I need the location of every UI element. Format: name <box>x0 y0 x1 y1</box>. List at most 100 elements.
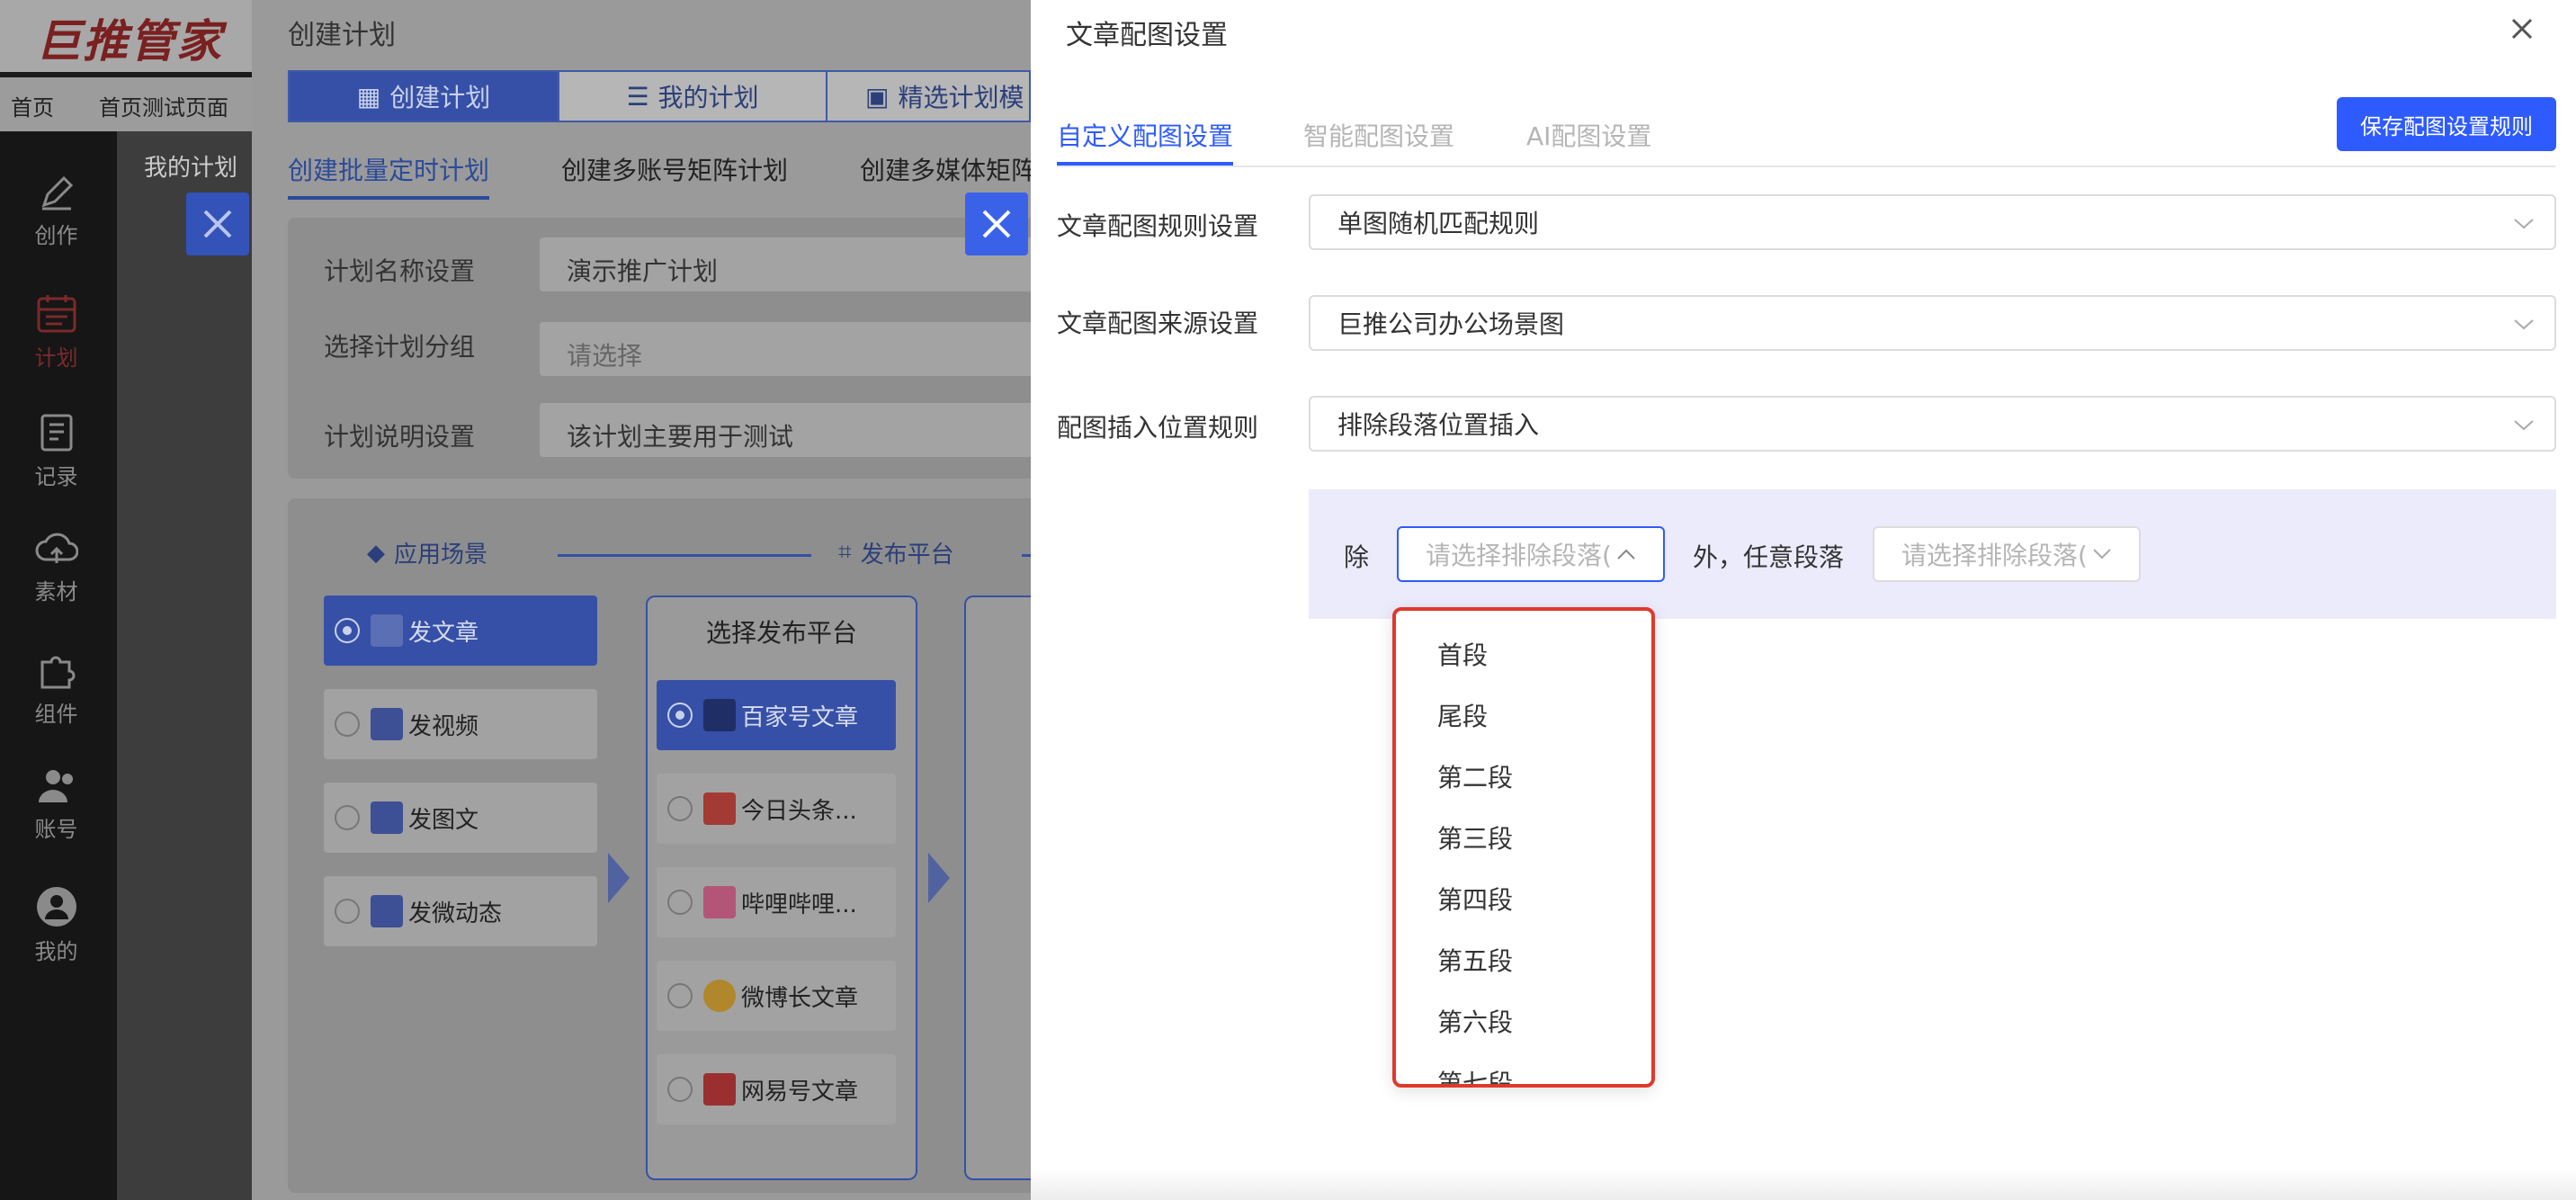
bilibili-icon <box>703 886 736 918</box>
subtab-batch-timed[interactable]: 创建批量定时计划 <box>288 151 490 200</box>
users-icon <box>38 770 73 802</box>
dropdown-option[interactable]: 首段 <box>1437 636 1488 672</box>
scene-article[interactable]: 发文章 <box>324 596 597 666</box>
pen-icon <box>41 175 73 210</box>
sidebar-item-materials[interactable]: 素材 <box>0 529 112 605</box>
image-rule-label: 文章配图规则设置 <box>1057 211 1259 241</box>
tab-ai-image[interactable]: AI配图设置 <box>1526 117 1651 153</box>
radio-icon <box>667 796 693 821</box>
arrow-right-icon <box>928 853 950 903</box>
any-paragraph-select[interactable]: 请选择排除段落( <box>1873 526 2141 582</box>
clipboard-icon <box>40 414 72 452</box>
app-logo: 巨推管家 <box>36 15 223 67</box>
dropdown-option[interactable]: 尾段 <box>1437 697 1488 733</box>
tab-divider <box>1057 166 2555 167</box>
my-plans-panel: 我的计划 <box>117 131 252 1200</box>
cloud-upload-icon <box>35 533 78 563</box>
subtab-multimedia[interactable]: 创建多媒体矩阵 <box>860 151 1036 187</box>
plan-form: 计划名称设置 演示推广计划 选择计划分组 请选择 计划说明设置 该计划主要用于测… <box>288 218 1079 479</box>
arrow-right-icon <box>608 853 630 903</box>
plan-desc-input[interactable]: 该计划主要用于测试 <box>540 403 1079 457</box>
save-rules-button[interactable]: 保存配图设置规则 <box>2337 97 2556 151</box>
dropdown-option[interactable]: 第四段 <box>1437 881 1513 917</box>
my-plans-label[interactable]: 我的计划 <box>144 149 237 183</box>
nav-tab-bar: 首页 首页测试页面 <box>0 77 261 131</box>
image-source-select[interactable]: 巨推公司办公场景图 <box>1309 295 2556 351</box>
plan-group-select[interactable]: 请选择 <box>540 322 1079 376</box>
puzzle-icon <box>40 656 75 689</box>
create-plan-title: 创建计划 <box>288 20 396 51</box>
close-icon <box>2511 18 2533 40</box>
tab-custom-image[interactable]: 自定义配图设置 <box>1057 117 1233 153</box>
dropdown-option[interactable]: 第五段 <box>1437 942 1513 978</box>
subtab-multi-account[interactable]: 创建多账号矩阵计划 <box>561 151 788 187</box>
weibo-icon <box>703 980 736 1012</box>
platform-toutiao[interactable]: 今日头条... <box>657 774 896 844</box>
any-paragraph-label: 外，任意段落 <box>1693 542 1845 572</box>
platform-weibo[interactable]: 微博长文章 <box>657 961 896 1031</box>
toutiao-icon <box>703 793 736 825</box>
active-tab-indicator <box>1057 162 1233 166</box>
sidebar-item-records[interactable]: 记录 <box>0 410 112 490</box>
radio-icon <box>667 983 693 1008</box>
chevron-down-icon <box>2514 420 2534 431</box>
platform-bilibili[interactable]: 哔哩哔哩... <box>657 867 896 937</box>
plan-group-label: 选择计划分组 <box>324 332 476 362</box>
scene-micro-post[interactable]: 发微动态 <box>324 876 597 946</box>
close-icon <box>982 210 1011 238</box>
list-icon: ☰ <box>626 81 649 112</box>
platform-box-title: 选择发布平台 <box>705 618 857 648</box>
exclude-paragraph-dropdown: 首段 尾段 第二段 第三段 第四段 第五段 第六段 第七段 <box>1392 607 1655 1088</box>
insert-position-label: 配图插入位置规则 <box>1057 413 1259 443</box>
chevron-down-icon <box>2514 319 2534 330</box>
image-rule-select[interactable]: 单图随机匹配规则 <box>1309 194 2556 250</box>
nav-tab-test-page[interactable]: 首页测试页面 <box>99 90 228 121</box>
sidebar: 创作 计划 记录 素材 组件 账号 我的 <box>0 131 117 1200</box>
step-connector-2 <box>1022 554 1031 557</box>
bookmark-icon <box>371 895 403 927</box>
dropdown-option[interactable]: 第七段 <box>1437 1064 1513 1084</box>
dropdown-option[interactable]: 第二段 <box>1437 758 1513 794</box>
step-platform: ⌗ 发布平台 <box>838 539 954 569</box>
nav-tab-home[interactable]: 首页 <box>11 90 54 121</box>
drawer-title: 文章配图设置 <box>1066 20 1228 51</box>
user-icon <box>36 887 76 927</box>
tab-smart-image[interactable]: 智能配图设置 <box>1303 117 1454 153</box>
template-icon: ▣ <box>865 81 890 112</box>
step-scene: ◆ 应用场景 <box>367 539 488 569</box>
calendar-icon <box>37 295 76 333</box>
video-icon <box>371 708 403 740</box>
close-icon[interactable] <box>186 193 249 255</box>
calendar-plus-icon: ▦ <box>356 81 381 112</box>
chevron-down-icon <box>2093 549 2111 560</box>
close-drawer-button[interactable] <box>965 193 1028 255</box>
drawer-close-button[interactable] <box>2506 13 2538 45</box>
radio-icon <box>335 618 360 643</box>
netease-icon <box>703 1073 736 1106</box>
dropdown-option[interactable]: 第六段 <box>1437 1003 1513 1039</box>
baijiahao-icon <box>703 699 736 731</box>
radio-icon <box>335 805 360 830</box>
sidebar-item-mine[interactable]: 我的 <box>0 885 112 965</box>
sidebar-item-plan[interactable]: 计划 <box>0 291 112 372</box>
sidebar-item-components[interactable]: 组件 <box>0 648 112 728</box>
sidebar-item-accounts[interactable]: 账号 <box>0 766 112 843</box>
cube-icon: ◆ <box>367 539 385 567</box>
tab-featured-templates[interactable]: ▣ 精选计划模 <box>826 70 1031 122</box>
sidebar-item-create[interactable]: 创作 <box>0 173 112 249</box>
radio-icon <box>335 899 360 924</box>
platform-baijiahao[interactable]: 百家号文章 <box>657 680 896 750</box>
bottom-fade <box>1031 1169 2576 1200</box>
tab-my-plans[interactable]: ☰ 我的计划 <box>558 70 827 122</box>
exclude-paragraph-select[interactable]: 请选择排除段落( <box>1397 526 1665 582</box>
scene-video[interactable]: 发视频 <box>324 689 597 759</box>
scene-image-text[interactable]: 发图文 <box>324 783 597 853</box>
exclude-prefix-label: 除 <box>1344 542 1370 572</box>
radio-icon <box>667 703 693 728</box>
insert-position-select[interactable]: 排除段落位置插入 <box>1309 396 2556 452</box>
platform-netease[interactable]: 网易号文章 <box>657 1054 896 1124</box>
tab-create-plan[interactable]: ▦ 创建计划 <box>288 70 559 122</box>
dropdown-option[interactable]: 第三段 <box>1437 819 1513 855</box>
chevron-down-icon <box>2514 219 2534 229</box>
radio-icon <box>667 890 693 915</box>
